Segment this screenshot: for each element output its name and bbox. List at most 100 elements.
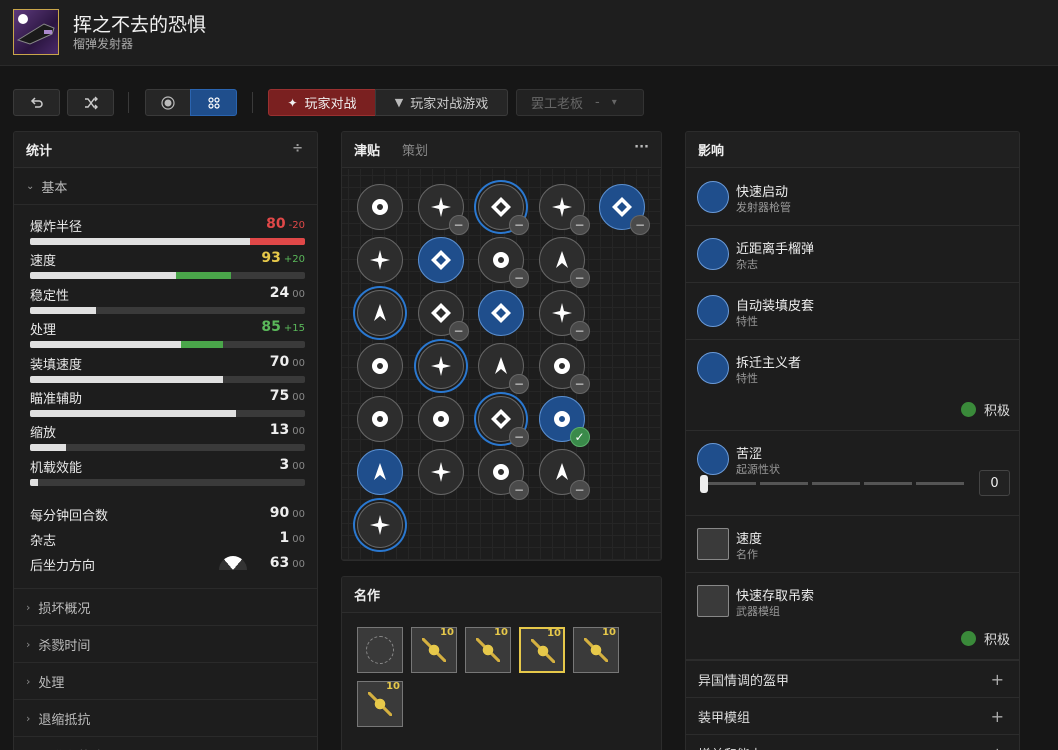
recoil-direction-icon (219, 556, 247, 570)
stat-section-toggle[interactable]: › 处理 (14, 662, 317, 699)
effects-section-label: 装甲模组 (698, 710, 751, 726)
minus-icon[interactable]: − (569, 480, 590, 500)
perk-socket[interactable]: − (538, 343, 590, 394)
perk-socket[interactable]: − (478, 396, 529, 447)
slash-icon (430, 356, 451, 376)
perk-socket[interactable]: − (478, 449, 529, 500)
perk-socket[interactable]: − (478, 184, 529, 235)
masterwork-socket[interactable]: 10 (465, 627, 511, 673)
minus-icon[interactable]: − (448, 215, 469, 235)
perk-socket[interactable]: − (417, 290, 469, 341)
stat-value-delta: 00 (292, 509, 305, 520)
stat-bar-fill (30, 341, 182, 349)
masterwork-socket[interactable]: 10 (357, 681, 403, 727)
stat-section-toggle[interactable]: › 杀戮时间 (14, 625, 317, 662)
perk-socket[interactable]: ✓ (538, 396, 590, 447)
perk-socket[interactable] (417, 237, 464, 283)
slider-thumb[interactable] (700, 475, 708, 493)
minus-icon[interactable]: − (509, 374, 529, 394)
perk-socket[interactable]: − (599, 184, 650, 235)
minus-icon[interactable]: − (569, 215, 590, 235)
stat-value-delta: 00 (292, 357, 305, 369)
perk-socket[interactable]: − (538, 290, 590, 341)
effect-active-toggle[interactable]: 积极 (960, 629, 1010, 648)
minus-icon[interactable]: − (509, 480, 529, 500)
chevron-right-icon: › (26, 600, 31, 614)
randomize-button[interactable] (67, 89, 114, 116)
stat-value-number: 90 (269, 505, 290, 521)
undo-button[interactable] (13, 89, 60, 116)
stat-section-toggle[interactable]: › 退缩抵抗 (14, 699, 317, 736)
mode-pve-label: 玩家对战游戏 (410, 97, 489, 112)
view-toggle-single[interactable] (145, 89, 191, 116)
stat-section-toggle[interactable]: › 损坏概况 (14, 588, 317, 625)
perk-socket[interactable] (357, 449, 403, 495)
stat-section-toggle[interactable]: ›瞄准和装填 (14, 736, 317, 750)
velocity-mw-icon (697, 528, 729, 560)
perk-socket[interactable]: − (538, 184, 590, 235)
perk-socket[interactable] (357, 343, 403, 389)
stack-count-field[interactable]: 0 (979, 470, 1010, 496)
stat-value: 85 +15 (261, 319, 305, 335)
stat-value: 13 00 (270, 422, 305, 438)
stat-section-label: 退缩抵抗 (38, 712, 91, 728)
mode-pve-button[interactable]: ▼ 玩家对战游戏 (375, 89, 508, 116)
perk-socket[interactable] (357, 502, 403, 548)
perk-socket[interactable] (478, 290, 524, 336)
perk-socket[interactable] (357, 396, 403, 442)
effects-section-toggle[interactable]: 装甲模组 + (686, 697, 1019, 734)
perk-socket[interactable] (357, 290, 403, 336)
stat-bar-fill (30, 306, 96, 314)
tab-perks[interactable]: 津贴 (354, 140, 380, 159)
masterwork-socket[interactable]: 10 (573, 627, 619, 673)
resize-icon[interactable]: ÷ (292, 141, 303, 156)
stat-name: 处理 (30, 323, 57, 339)
perk-socket[interactable]: − (417, 184, 469, 235)
minus-icon[interactable]: − (448, 321, 469, 341)
tab-curated[interactable]: 策划 (402, 140, 428, 159)
effects-section-toggle[interactable]: 异国情调的盔甲 + (686, 660, 1019, 697)
effect-item: 快速启动 发射器枪管 (686, 169, 1019, 226)
perk-socket[interactable] (357, 237, 403, 283)
perk-socket[interactable] (357, 184, 403, 230)
masterwork-socket[interactable]: 10 (411, 627, 457, 673)
perk-socket[interactable]: − (538, 237, 590, 288)
loadout-select[interactable]: 罢工老板 - ▾ (516, 89, 644, 116)
more-menu-icon[interactable]: ··· (634, 140, 649, 155)
stat-bar (30, 444, 305, 452)
masterwork-socket[interactable] (357, 627, 403, 673)
perk-socket[interactable]: − (478, 237, 529, 288)
minus-icon[interactable]: − (509, 215, 529, 235)
perk-socket[interactable] (417, 396, 464, 442)
minus-icon[interactable]: − (509, 268, 529, 288)
stat-bar-fill (30, 444, 66, 452)
weapon-name: 挥之不去的恐惧 (73, 14, 207, 36)
stat-value-number: 13 (269, 422, 290, 439)
minus-icon[interactable]: − (569, 321, 590, 341)
perk-socket[interactable] (417, 343, 464, 389)
stat-value-number: 24 (269, 284, 290, 301)
stack-slider[interactable] (700, 475, 964, 493)
stat-value-delta: 00 (292, 534, 305, 545)
minus-icon[interactable]: − (509, 427, 529, 447)
demolitionist-icon (697, 352, 729, 384)
minus-icon[interactable]: − (569, 268, 590, 288)
stat-name: 每分钟回合数 (30, 509, 109, 524)
effect-active-toggle[interactable]: 积极 (960, 400, 1010, 419)
minus-icon[interactable]: − (630, 215, 650, 235)
effect-active-label: 积极 (983, 633, 1010, 648)
active-dot-icon (960, 402, 976, 417)
effects-title: 影响 (698, 144, 725, 159)
perk-socket[interactable]: − (538, 449, 590, 500)
leaf-icon (372, 358, 388, 374)
target-icon (370, 250, 390, 270)
masterwork-socket[interactable]: 10 (519, 627, 565, 673)
minus-icon[interactable]: − (569, 374, 590, 394)
mode-pvp-button[interactable]: ✦ 玩家对战 (268, 89, 376, 116)
section-basic-toggle[interactable]: ⌄ 基本 (14, 169, 317, 205)
effect-item: 拆迁主义者 特性 积极 (686, 340, 1019, 431)
view-toggle-grid[interactable] (190, 89, 237, 116)
perk-socket[interactable] (417, 449, 464, 495)
perk-socket[interactable]: − (478, 343, 529, 394)
effects-section-toggle[interactable]: 增益和能力 + (686, 734, 1019, 750)
